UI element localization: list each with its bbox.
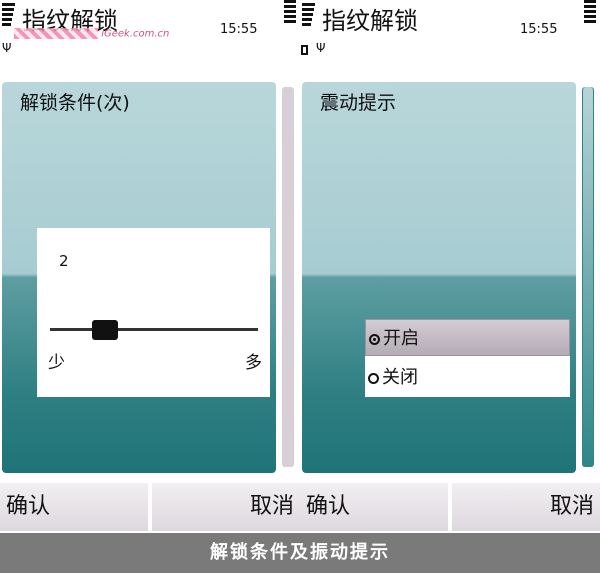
slider-thumb[interactable] xyxy=(91,320,118,340)
scrollbar-thumb[interactable] xyxy=(583,87,593,467)
cancel-button[interactable]: 取消 xyxy=(452,483,600,531)
slider-dialog: 2 少 多 xyxy=(37,228,270,397)
confirm-button[interactable]: 确认 xyxy=(0,483,148,531)
caption: 解锁条件及振动提示 xyxy=(0,533,600,573)
slider-track[interactable] xyxy=(50,328,258,331)
watermark: iGeek.com.cn xyxy=(14,28,169,40)
watermark-logo xyxy=(14,28,98,39)
settings-panel: 震动提示 xyxy=(302,82,576,473)
antenna-icon: Ψ xyxy=(2,41,12,55)
scrollbar[interactable] xyxy=(582,87,594,467)
scrollbar[interactable] xyxy=(282,87,294,467)
panel-title: 解锁条件(次) xyxy=(20,92,130,114)
clock: 15:55 xyxy=(520,22,558,37)
battery-level-icon xyxy=(584,0,596,25)
slider-max-label: 多 xyxy=(245,353,262,373)
option-off[interactable]: 关闭 xyxy=(365,359,570,396)
antenna-icon: Ψ xyxy=(316,41,326,55)
clock: 15:55 xyxy=(220,22,258,37)
app-title: 指纹解锁 xyxy=(322,7,418,35)
confirm-button[interactable]: 确认 xyxy=(300,483,448,531)
radio-selected-icon xyxy=(369,334,380,345)
signal-strength-icon xyxy=(2,3,16,28)
radio-unselected-icon xyxy=(368,373,379,384)
left-screen: Ψ 指纹解锁 iGeek.com.cn 15:55 解锁条件(次) 2 少 多 … xyxy=(0,0,300,533)
signal-strength-icon xyxy=(302,3,316,28)
battery-level-icon xyxy=(284,0,296,25)
option-on[interactable]: 开启 xyxy=(365,319,570,356)
cancel-button[interactable]: 取消 xyxy=(152,483,300,531)
panel-title: 震动提示 xyxy=(320,92,397,114)
slider-min-label: 少 xyxy=(48,353,65,373)
right-screen: Ψ 指纹解锁 15:55 震动提示 开启 关闭 确认 取消 xyxy=(300,0,600,533)
battery-icon xyxy=(301,45,308,55)
vibration-options: 开启 关闭 xyxy=(365,319,570,397)
slider-value: 2 xyxy=(59,252,69,270)
